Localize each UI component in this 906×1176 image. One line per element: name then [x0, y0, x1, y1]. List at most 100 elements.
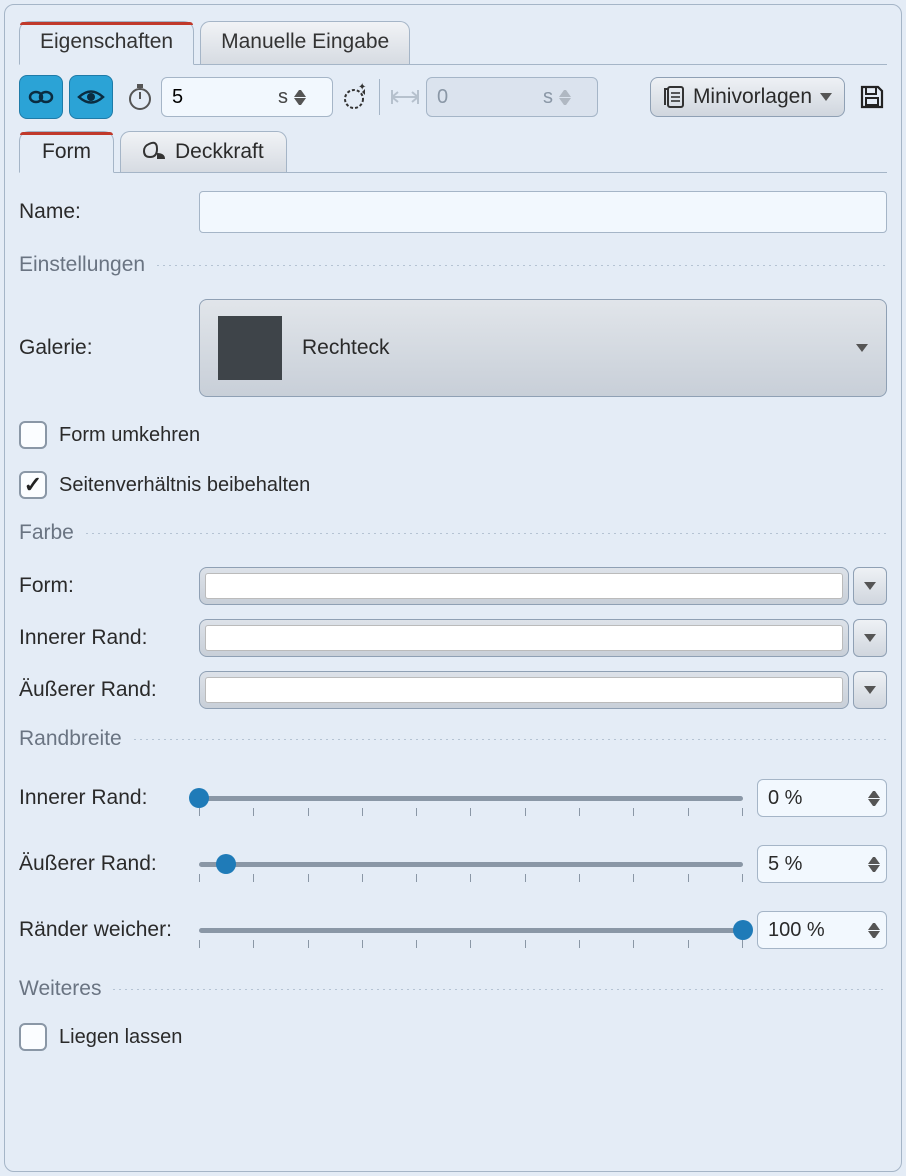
soften-slider-label: Ränder weicher: — [19, 918, 199, 942]
gallery-swatch — [218, 316, 282, 380]
section-divider — [155, 264, 887, 266]
width-value — [437, 86, 537, 109]
section-settings-label: Einstellungen — [19, 253, 145, 277]
sub-tabs: Form Deckkraft — [19, 131, 887, 173]
width-input: s — [426, 77, 598, 117]
soften-slider-row: Ränder weicher: 100 % — [19, 911, 887, 949]
outer-border-slider[interactable] — [199, 862, 743, 867]
inner-border-slider-label: Innerer Rand: — [19, 786, 199, 810]
outer-border-spinner[interactable] — [868, 856, 880, 873]
chevron-down-icon — [820, 93, 832, 101]
gallery-value: Rechteck — [302, 336, 390, 360]
color-inner-label: Innerer Rand: — [19, 626, 199, 650]
outer-border-slider-label: Äußerer Rand: — [19, 852, 199, 876]
invert-form-checkbox[interactable] — [19, 421, 47, 449]
color-inner-swatch[interactable] — [199, 619, 849, 657]
keep-aspect-checkbox[interactable] — [19, 471, 47, 499]
slider-ticks — [199, 874, 743, 882]
eye-icon — [77, 88, 105, 106]
slider-thumb[interactable] — [733, 920, 753, 940]
chevron-down-icon[interactable] — [868, 799, 880, 807]
color-form-row: Form: — [19, 567, 887, 605]
inner-border-slider[interactable] — [199, 796, 743, 801]
section-divider — [132, 738, 887, 740]
color-form-dropdown[interactable] — [853, 567, 887, 605]
leave-row: Liegen lassen — [19, 1023, 887, 1051]
leave-label: Liegen lassen — [59, 1026, 182, 1049]
color-outer-label: Äußerer Rand: — [19, 678, 199, 702]
invert-form-label: Form umkehren — [59, 424, 200, 447]
inner-border-value: 0 % — [768, 787, 868, 810]
gallery-label: Galerie: — [19, 336, 199, 360]
color-outer-dropdown[interactable] — [853, 671, 887, 709]
section-more: Weiteres — [19, 977, 887, 1001]
color-inner-row: Innerer Rand: — [19, 619, 887, 657]
save-button[interactable] — [857, 82, 887, 112]
duration-value[interactable] — [172, 86, 272, 109]
chevron-up-icon[interactable] — [868, 922, 880, 930]
chevron-down-icon — [559, 98, 571, 106]
outer-border-value-input[interactable]: 5 % — [757, 845, 887, 883]
section-divider — [111, 988, 887, 990]
color-form-label: Form: — [19, 574, 199, 598]
name-input[interactable] — [199, 191, 887, 233]
leave-checkbox[interactable] — [19, 1023, 47, 1051]
tab-manual-input[interactable]: Manuelle Eingabe — [200, 21, 410, 64]
width-unit: s — [543, 86, 553, 109]
soften-spinner[interactable] — [868, 922, 880, 939]
chevron-down-icon — [856, 344, 868, 352]
inner-border-spinner[interactable] — [868, 790, 880, 807]
chevron-down-icon — [864, 582, 876, 590]
reset-time-button[interactable]: ✦ — [339, 82, 369, 112]
tab-properties[interactable]: Eigenschaften — [19, 21, 194, 65]
color-inner-dropdown[interactable] — [853, 619, 887, 657]
keep-aspect-row: Seitenverhältnis beibehalten — [19, 471, 887, 499]
chevron-down-icon — [864, 686, 876, 694]
section-border-width: Randbreite — [19, 727, 887, 751]
chevron-up-icon[interactable] — [294, 89, 306, 97]
subtab-form-label: Form — [42, 140, 91, 164]
section-more-label: Weiteres — [19, 977, 101, 1001]
mini-templates-button[interactable]: Minivorlagen — [650, 77, 845, 117]
toolbar: s ✦ s — [19, 75, 887, 119]
chevron-down-icon[interactable] — [294, 98, 306, 106]
width-icon — [390, 82, 420, 112]
chevron-up-icon[interactable] — [868, 790, 880, 798]
opacity-icon — [143, 141, 167, 163]
chevron-down-icon[interactable] — [868, 931, 880, 939]
name-row: Name: — [19, 191, 887, 233]
chevron-up-icon — [559, 89, 571, 97]
soften-value: 100 % — [768, 919, 868, 942]
keep-aspect-label: Seitenverhältnis beibehalten — [59, 474, 310, 497]
subtab-opacity[interactable]: Deckkraft — [120, 131, 287, 172]
slider-ticks — [199, 940, 743, 948]
link-toggle-button[interactable] — [19, 75, 63, 119]
visibility-toggle-button[interactable] — [69, 75, 113, 119]
chevron-down-icon[interactable] — [868, 865, 880, 873]
toolbar-divider — [379, 79, 380, 115]
chevron-up-icon[interactable] — [868, 856, 880, 864]
svg-text:✦: ✦ — [358, 82, 366, 93]
invert-form-row: Form umkehren — [19, 421, 887, 449]
main-tabs: Eigenschaften Manuelle Eingabe — [19, 21, 887, 65]
inner-border-value-input[interactable]: 0 % — [757, 779, 887, 817]
name-label: Name: — [19, 200, 199, 224]
duration-unit: s — [278, 86, 288, 109]
soften-value-input[interactable]: 100 % — [757, 911, 887, 949]
subtab-form[interactable]: Form — [19, 131, 114, 173]
section-color: Farbe — [19, 521, 887, 545]
gallery-select[interactable]: Rechteck — [199, 299, 887, 397]
color-outer-row: Äußerer Rand: — [19, 671, 887, 709]
mini-templates-label: Minivorlagen — [693, 85, 812, 109]
color-outer-swatch[interactable] — [199, 671, 849, 709]
section-settings: Einstellungen — [19, 253, 887, 277]
subtab-opacity-label: Deckkraft — [175, 140, 264, 164]
outer-border-value: 5 % — [768, 853, 868, 876]
slider-thumb[interactable] — [189, 788, 209, 808]
gallery-row: Galerie: Rechteck — [19, 299, 887, 397]
slider-thumb[interactable] — [216, 854, 236, 874]
duration-input[interactable]: s — [161, 77, 333, 117]
soften-slider[interactable] — [199, 928, 743, 933]
duration-spinner[interactable] — [294, 89, 306, 106]
color-form-swatch[interactable] — [199, 567, 849, 605]
